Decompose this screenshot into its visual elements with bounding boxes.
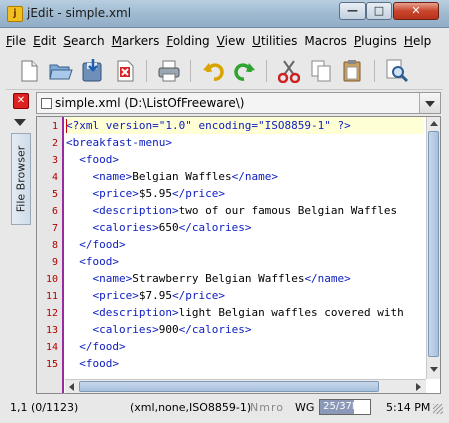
line-number: 6 [51, 206, 58, 217]
caret-position[interactable]: 1,1 (0/1123) [10, 401, 78, 414]
code-line: <calories>650</calories> [92, 221, 252, 234]
horizontal-scrollbar[interactable] [65, 379, 426, 393]
buffer-dirty-indicator [41, 98, 52, 109]
code-line: <name>Belgian Waffles</name> [92, 170, 278, 183]
menu-macros[interactable]: Macros [304, 34, 347, 48]
menu-folding[interactable]: Folding [166, 34, 209, 48]
clock: 5:14 PM [386, 401, 431, 414]
line-number: 3 [51, 155, 58, 166]
file-browser-tab[interactable]: File Browser [11, 133, 31, 225]
scroll-down-arrow-icon[interactable] [430, 367, 438, 372]
scroll-left-arrow-icon[interactable] [69, 383, 74, 391]
code-line: <food> [79, 153, 119, 166]
vertical-scrollbar[interactable] [426, 117, 440, 379]
line-number: 13 [45, 325, 58, 336]
minimize-button[interactable]: — [339, 2, 366, 20]
line-number: 8 [51, 240, 58, 251]
code-line: <price>$7.95</price> [92, 289, 225, 302]
scroll-up-arrow-icon[interactable] [430, 121, 438, 126]
cut-icon[interactable] [276, 58, 302, 84]
maximize-button[interactable]: □ [366, 2, 392, 20]
code-line: <?xml version="1.0" encoding="ISO8859-1"… [66, 117, 424, 134]
code-line: <price>$5.95</price> [92, 187, 225, 200]
code-line: <description>two of our famous Belgian W… [92, 204, 398, 217]
menu-utilities[interactable]: Utilities [252, 34, 297, 48]
save-icon[interactable] [80, 58, 106, 84]
line-number: 1 [51, 121, 58, 132]
menu-edit[interactable]: Edit [33, 34, 56, 48]
line-number: 9 [51, 257, 58, 268]
code-line: <name>Strawberry Belgian Waffles</name> [92, 272, 351, 285]
copy-icon[interactable] [308, 58, 334, 84]
wrap-mode[interactable]: WG [295, 401, 314, 414]
code-line: <description>light Belgian waffles cover… [92, 306, 404, 319]
dock-menu-arrow-icon[interactable] [14, 119, 26, 126]
title-bar: j jEdit - simple.xml — □ ✕ [0, 0, 449, 28]
close-button[interactable]: ✕ [393, 2, 439, 20]
new-file-icon[interactable] [16, 58, 42, 84]
vertical-scroll-thumb[interactable] [428, 131, 439, 357]
line-number: 11 [45, 291, 58, 302]
undo-icon[interactable] [200, 58, 226, 84]
chevron-down-icon[interactable] [419, 93, 440, 113]
code-line: <food> [79, 357, 119, 370]
jedit-icon: j [7, 6, 23, 22]
edit-mode-flags[interactable]: Nmro [250, 401, 284, 414]
redo-icon[interactable] [232, 58, 258, 84]
code-line: <food> [79, 255, 119, 268]
menu-view[interactable]: View [217, 34, 245, 48]
line-number: 4 [51, 172, 58, 183]
menu-file[interactable]: File [6, 34, 26, 48]
status-bar: 1,1 (0/1123) (xml,none,ISO8859-1) Nmro W… [6, 398, 443, 418]
buffer-label: simple.xml (D:\ListOfFreeware\) [55, 96, 245, 110]
memory-status-text: 25/37Mb [323, 401, 367, 412]
line-gutter: 1 2 3 4 5 6 7 8 9 10 11 12 13 14 15 [37, 117, 64, 393]
line-number: 7 [51, 223, 58, 234]
file-browser-tab-label: File Browser [14, 145, 28, 213]
line-number: 5 [51, 189, 58, 200]
menu-search[interactable]: Search [63, 34, 104, 48]
horizontal-scroll-thumb[interactable] [79, 381, 379, 392]
menu-markers[interactable]: Markers [112, 34, 160, 48]
toolbar [6, 54, 443, 90]
line-number: 14 [45, 342, 58, 353]
dock-close-icon[interactable]: ✕ [13, 93, 29, 109]
memory-status[interactable]: 25/37Mb [319, 399, 371, 415]
window-title: jEdit - simple.xml [27, 6, 132, 20]
code-line: <calories>900</calories> [92, 323, 252, 336]
menu-plugins[interactable]: Plugins [354, 34, 397, 48]
close-file-icon[interactable] [112, 58, 138, 84]
text-area[interactable]: 1 2 3 4 5 6 7 8 9 10 11 12 13 14 15 <?xm… [36, 116, 441, 394]
line-number: 15 [45, 359, 58, 370]
scroll-right-arrow-icon[interactable] [416, 383, 421, 391]
caret [66, 119, 67, 133]
code-line: <breakfast-menu> [66, 136, 172, 149]
buffer-switcher[interactable]: simple.xml (D:\ListOfFreeware\) [36, 92, 441, 114]
print-icon[interactable] [156, 58, 182, 84]
code-line: </food> [79, 340, 126, 353]
menu-bar: File Edit Search Markers Folding View Ut… [6, 30, 443, 52]
search-icon[interactable] [384, 58, 410, 84]
open-file-icon[interactable] [48, 58, 74, 84]
line-number: 2 [51, 138, 58, 149]
dock-panel: ✕ File Browser [8, 93, 34, 395]
code-content[interactable]: <?xml version="1.0" encoding="ISO8859-1"… [66, 117, 424, 379]
menu-help[interactable]: Help [404, 34, 431, 48]
buffer-mode[interactable]: (xml,none,ISO8859-1) [130, 401, 251, 414]
line-number: 12 [45, 308, 58, 319]
paste-icon[interactable] [340, 58, 366, 84]
line-number: 10 [45, 274, 58, 285]
resize-grip-icon[interactable] [433, 404, 443, 414]
code-line: </food> [79, 238, 126, 251]
